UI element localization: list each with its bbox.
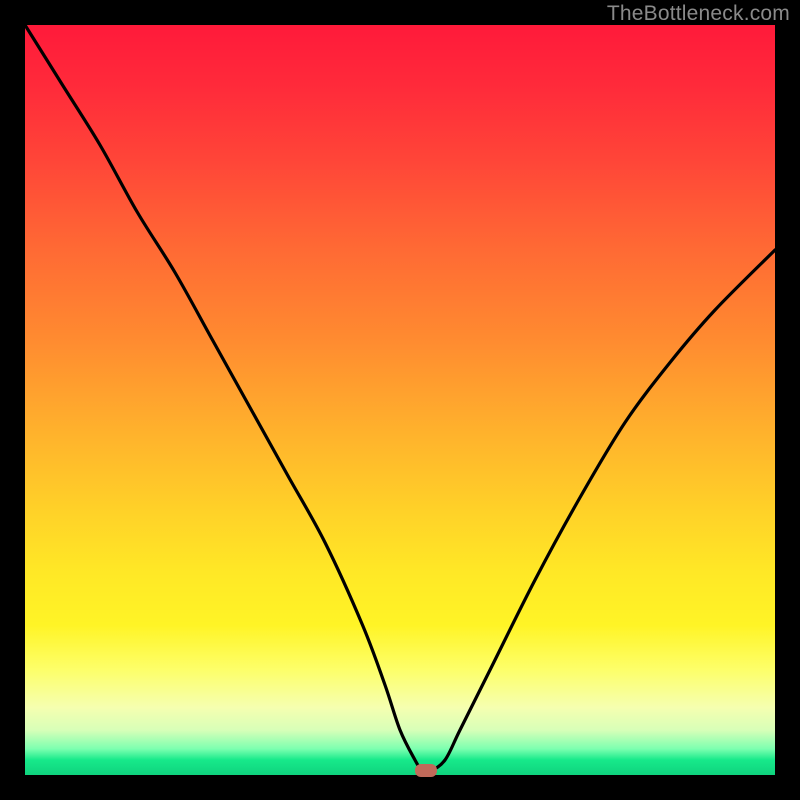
curve-svg — [25, 25, 775, 775]
plot-area — [25, 25, 775, 775]
chart-frame: TheBottleneck.com — [0, 0, 800, 800]
bottleneck-curve — [25, 25, 775, 773]
optimal-point-marker — [415, 764, 437, 777]
watermark-text: TheBottleneck.com — [607, 2, 790, 26]
